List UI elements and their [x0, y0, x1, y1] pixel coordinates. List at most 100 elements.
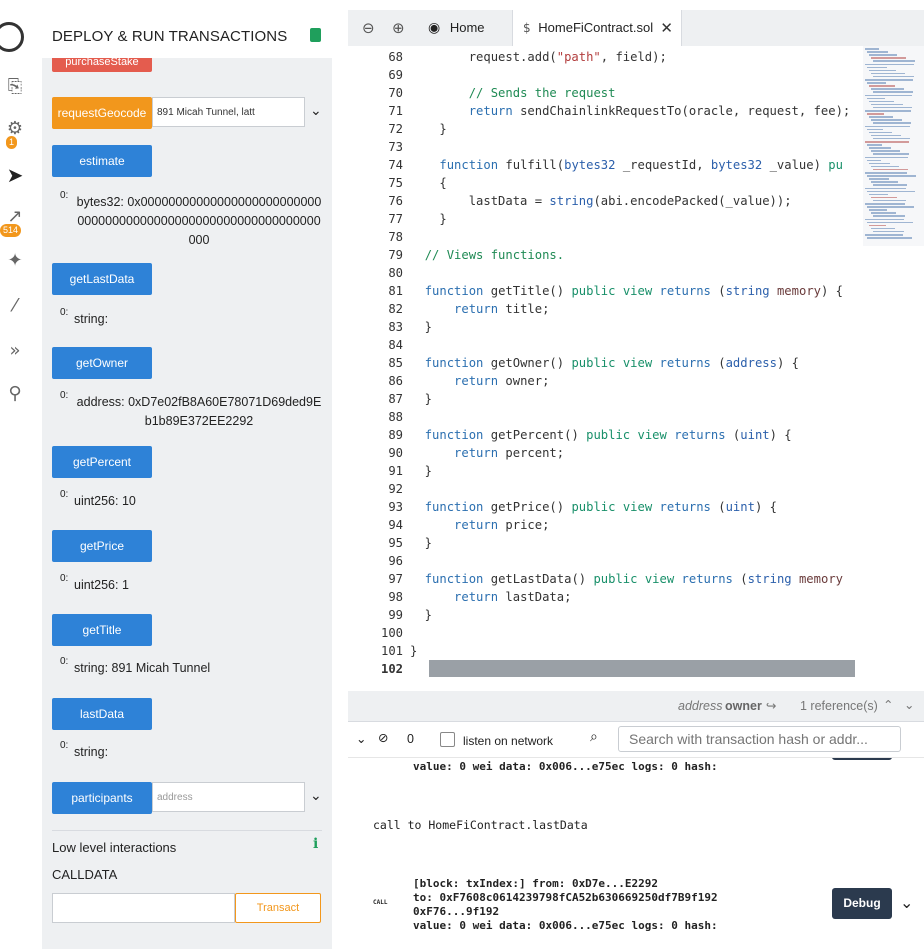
minimap-line [873, 184, 907, 186]
get-owner-button[interactable]: getOwner [52, 347, 152, 379]
log-value-line: value: 0 wei data: 0x006...e75ec logs: 0… [413, 760, 718, 773]
remix-logo-icon[interactable] [0, 22, 30, 52]
minimap-line [869, 54, 897, 56]
code-line: // Views functions. [424, 248, 565, 262]
minimap-line [867, 190, 915, 193]
estimate-button[interactable]: estimate [52, 145, 152, 177]
line-number: 80 [388, 266, 403, 280]
line-number: 81 [388, 284, 403, 298]
chevron-up-icon[interactable]: ⌃ [883, 697, 893, 712]
get-title-button[interactable]: getTitle [52, 614, 152, 646]
line-number: 68 [388, 50, 403, 64]
line-number: 69 [388, 68, 403, 82]
analysis-badge: 514 [0, 224, 22, 237]
code-line: request.add("path", field); [410, 50, 667, 64]
settings-plug-icon[interactable]: ⚲ [0, 383, 30, 404]
minimap-line [867, 159, 881, 162]
block-line: [block: txIndex:] from: 0xD7e...E2292 [413, 877, 659, 890]
deploy-run-icon[interactable]: ➤ [0, 163, 30, 187]
debugger-icon[interactable]: ✦ [0, 250, 30, 271]
minimap-line [865, 141, 909, 143]
icon-sidebar: ⎘ ⚙ 1 ➤ ↗ 514 ✦ ⁄ » ⚲ [0, 0, 31, 949]
minimap-line [871, 165, 899, 168]
purchase-stake-button[interactable]: purchaseStake [52, 58, 152, 72]
debug-button-top[interactable] [832, 758, 892, 760]
minimap-line [865, 110, 911, 112]
minimap-line [873, 91, 913, 93]
minimap-line [869, 69, 896, 72]
transact-button[interactable]: Transact [235, 893, 321, 923]
line-number: 93 [388, 500, 403, 514]
close-icon[interactable]: ✕ [660, 10, 673, 46]
compiler-icon[interactable]: ⚙ [0, 118, 30, 139]
listen-checkbox[interactable] [440, 732, 455, 747]
zoom-in-icon[interactable]: ⊕ [392, 10, 405, 46]
collapse-terminal-icon[interactable]: ⌄ [356, 731, 366, 746]
file-explorer-icon[interactable]: ⎘ [0, 76, 30, 97]
minimap-line [867, 113, 884, 115]
pending-count: 0 [407, 732, 414, 746]
minimap-line [873, 153, 909, 155]
tab-homefi-contract[interactable]: $ HomeFiContract.sol ✕ [512, 10, 682, 47]
minimap-line [867, 97, 885, 100]
participants-button[interactable]: participants [52, 782, 152, 814]
chevron-down-icon[interactable]: ⌄ [310, 788, 322, 804]
plugin-icon[interactable]: » [0, 340, 30, 361]
code-line: function getTitle() public view returns … [424, 284, 844, 298]
chevron-down-icon[interactable]: ⌄ [310, 103, 322, 119]
minimap-line [871, 134, 901, 137]
line-number: 91 [388, 464, 403, 478]
zoom-out-icon[interactable]: ⊖ [362, 10, 375, 46]
line-number: 92 [388, 482, 403, 496]
ref-count: 1 reference(s) [800, 699, 878, 713]
minimap-line [865, 156, 908, 158]
code-line: } [410, 608, 433, 622]
line-number: 73 [388, 140, 403, 154]
ref-name: owner [725, 699, 762, 713]
goto-ref-icon[interactable]: ↪ [766, 698, 776, 713]
line-number: 88 [388, 410, 403, 424]
code-editor[interactable]: 68 request.add("path", field); 69 70 // Se… [348, 46, 924, 691]
code-line: } [410, 320, 433, 334]
request-geocode-button[interactable]: requestGeocode [52, 97, 152, 129]
get-last-data-button[interactable]: getLastData [52, 263, 152, 295]
info-icon[interactable]: i [313, 836, 318, 852]
minimap-line [867, 66, 887, 69]
line-number: 94 [388, 518, 403, 532]
documentation-icon[interactable] [310, 28, 321, 42]
horizontal-scrollbar[interactable] [429, 660, 855, 677]
compiler-badge: 1 [6, 136, 18, 149]
last-data-button[interactable]: lastData [52, 698, 152, 730]
debug-button[interactable]: Debug [832, 888, 892, 919]
minimap-line [865, 234, 903, 236]
minimap-line [865, 94, 912, 96]
minimap-line [865, 79, 913, 81]
minimap-line [873, 215, 905, 217]
minimap-line [871, 150, 900, 152]
transaction-search-input[interactable] [618, 726, 901, 752]
tab-home[interactable]: ◉ Home [428, 10, 485, 46]
testing-icon[interactable]: ⁄ [0, 295, 30, 316]
participants-input[interactable]: address [152, 782, 305, 812]
code-line: // Sends the request [468, 86, 616, 100]
to-line-short: 0xF76...9f192 [413, 905, 500, 918]
terminal-toolbar: ⌄ ⊘ 0 listen on network ⌕ [348, 722, 924, 758]
minimap-line [873, 168, 908, 171]
code-line: return sendChainlinkRequestTo(oracle, re… [468, 104, 851, 118]
minimap-line [871, 212, 896, 214]
minimap-line [869, 193, 888, 196]
request-geocode-input[interactable]: 891 Micah Tunnel, latt [152, 97, 305, 127]
get-percent-button[interactable]: getPercent [52, 446, 152, 478]
call-tag: CALL [373, 899, 388, 906]
line-number: 85 [388, 356, 403, 370]
line-number: 84 [388, 338, 403, 352]
chevron-down-icon[interactable]: ⌄ [900, 893, 913, 912]
code-minimap[interactable] [863, 46, 924, 246]
clear-console-icon[interactable]: ⊘ [378, 730, 388, 745]
chevron-down-icon[interactable]: ⌄ [904, 697, 914, 712]
minimap-line [865, 48, 879, 50]
code-line: function fulfill(bytes32 _requestId, byt… [439, 158, 843, 172]
minimap-line [873, 122, 911, 124]
get-price-button[interactable]: getPrice [52, 530, 152, 562]
calldata-input[interactable] [52, 893, 235, 923]
